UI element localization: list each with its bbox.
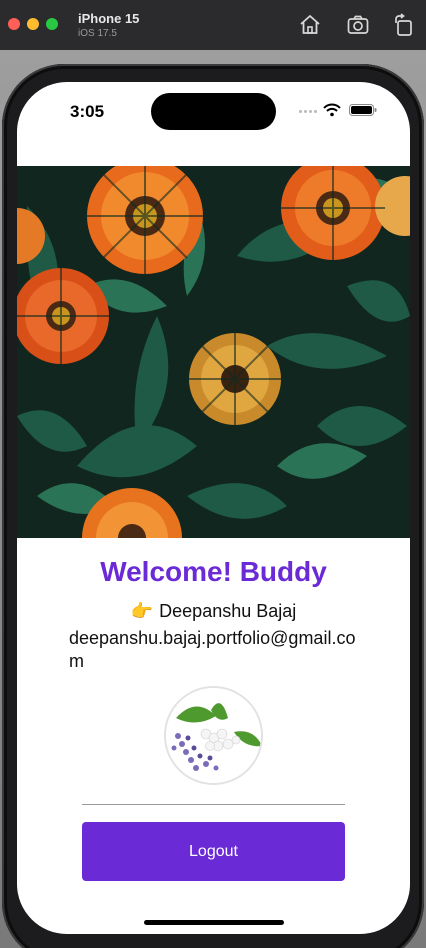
os-version: iOS 17.5 — [78, 28, 117, 39]
signal-icon — [299, 110, 317, 113]
pointing-hand-icon: 👉 — [130, 601, 154, 621]
wifi-icon — [323, 103, 341, 117]
logout-button[interactable]: Logout — [82, 822, 345, 881]
simulator-title-bar: iPhone 15 iOS 17.5 — [0, 0, 426, 50]
screenshot-icon[interactable] — [346, 13, 370, 37]
close-window-button[interactable] — [8, 18, 20, 30]
user-name-line: 👉 Deepanshu Bajaj — [17, 601, 410, 622]
battery-icon — [349, 104, 377, 116]
window-controls — [8, 18, 58, 30]
dynamic-island — [151, 93, 276, 130]
home-icon[interactable] — [298, 13, 322, 37]
user-email: deepanshu.bajaj.portfolio@gmail.com — [69, 628, 356, 671]
minimize-window-button[interactable] — [27, 18, 39, 30]
phone-screen: 3:05 Welcome! Buddy 👉 Deepanshu Bajaj de… — [17, 82, 410, 934]
device-name: iPhone 15 — [78, 11, 140, 26]
divider — [82, 804, 345, 805]
user-name: Deepanshu Bajaj — [159, 601, 297, 621]
flower-banner-image — [17, 166, 410, 538]
home-indicator[interactable] — [144, 920, 284, 925]
status-time: 3:05 — [70, 102, 105, 121]
avatar — [164, 686, 263, 785]
rotate-icon[interactable] — [392, 13, 416, 37]
welcome-heading: Welcome! Buddy — [100, 556, 327, 587]
zoom-window-button[interactable] — [46, 18, 58, 30]
